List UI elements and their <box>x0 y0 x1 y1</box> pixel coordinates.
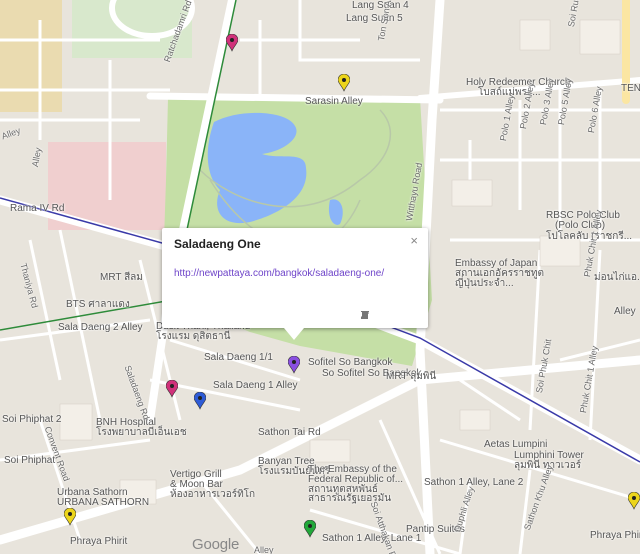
map-label: BTS ศาลาแดง <box>66 299 130 310</box>
map-label: MRT สีลม <box>100 272 143 283</box>
map-label: ญี่ปุ่นประจำ... <box>455 278 514 289</box>
map-label: Sarasin Alley <box>305 96 363 107</box>
map-label: Sathon 1 Alley, Lane 2 <box>424 477 524 488</box>
map-marker-yellow[interactable] <box>338 74 350 92</box>
map-label: Sala Daeng 1 Alley <box>213 380 298 391</box>
map-marker-magenta[interactable] <box>166 380 178 398</box>
map-marker-yellow[interactable] <box>628 492 640 510</box>
map-label: โรงพยาบาลบีเอ็นเอช <box>96 427 187 438</box>
map-label: Phraya Phirit <box>70 536 128 547</box>
map-label: ม่อนไก่แอ... <box>594 272 640 283</box>
map-label: URBANA SATHORN <box>57 497 150 508</box>
map-marker-magenta[interactable] <box>226 34 238 52</box>
map-label: โรงแรม ดุสิตธานี <box>156 331 231 342</box>
map-marker-green[interactable] <box>304 520 316 538</box>
map-label: Sofitel So Bangkok <box>308 357 393 368</box>
map-label: Phraya Phirit <box>590 530 640 541</box>
style-icon[interactable] <box>361 310 392 320</box>
trash-icon[interactable] <box>361 310 414 320</box>
map-label: Rama IV Rd <box>10 203 65 214</box>
map-label: TENF <box>621 83 640 94</box>
map-canvas[interactable]: Lang Suan 5 Lang Suan 4 Sarasin Alley Holy … <box>0 0 640 554</box>
map-label: Aetas Lumpini <box>484 439 548 450</box>
map-label: Soi Phiphat <box>4 455 56 466</box>
map-label: MRT ลุมพินี <box>386 371 437 382</box>
map-label: Alley <box>614 306 636 317</box>
info-window-link[interactable]: http://newpattaya.com/bangkok/saladaeng-… <box>174 268 384 279</box>
map-label: Lang Suan 5 <box>346 13 403 24</box>
map-label: ห้องอาหารเวอร์ทิโก <box>170 489 256 500</box>
map-label: Soi Phiphat 2 <box>2 414 62 425</box>
google-logo: Google <box>192 536 240 553</box>
close-icon[interactable]: × <box>410 233 418 248</box>
map-label: Sala Daeng 2 Alley <box>58 322 143 333</box>
map-marker-blue[interactable] <box>194 392 206 410</box>
road-label: Alley <box>254 545 274 554</box>
map-marker-yellow[interactable] <box>64 508 76 526</box>
map-marker-purple[interactable] <box>288 356 300 374</box>
info-window[interactable]: Saladaeng One http://newpattaya.com/bang… <box>162 228 428 340</box>
map-label: Sala Daeng 1/1 <box>204 352 273 363</box>
map-label: Sathon Tai Rd <box>258 427 321 438</box>
info-window-title: Saladaeng One <box>174 237 261 251</box>
